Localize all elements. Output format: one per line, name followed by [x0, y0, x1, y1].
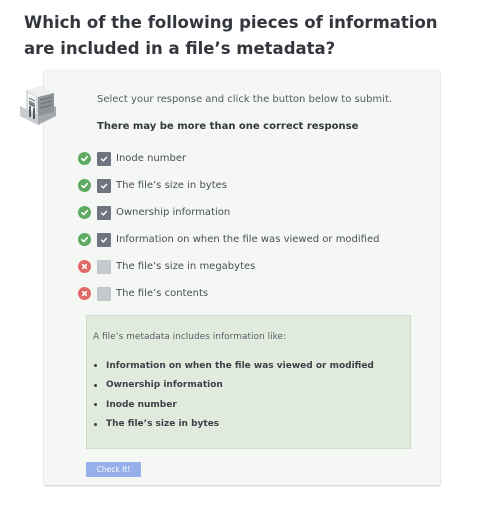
answer-label: Information on when the file was viewed …	[116, 234, 380, 245]
feedback-intro: A file’s metadata includes information l…	[93, 332, 287, 342]
feedback-list: Information on when the file was viewed …	[93, 356, 374, 434]
feedback-item-text: Ownership information	[106, 380, 223, 391]
answer-checkbox[interactable]	[97, 232, 111, 247]
bullet-icon	[94, 403, 97, 407]
answer-checkbox[interactable]	[97, 151, 111, 166]
feedback-item: The file’s size in bytes	[93, 415, 374, 435]
bullet-icon	[94, 383, 97, 387]
correct-check-icon	[78, 179, 91, 192]
correct-check-icon	[78, 152, 91, 165]
answer-label: The file’s size in megabytes	[116, 261, 256, 272]
incorrect-x-icon	[78, 260, 91, 273]
feedback-item: Information on when the file was viewed …	[93, 356, 374, 376]
question-title: Which of the following pieces of informa…	[24, 13, 438, 58]
answer-label: The file’s size in bytes	[116, 180, 227, 191]
correct-check-icon	[78, 206, 91, 219]
answer-checkbox[interactable]	[97, 286, 111, 301]
instruction-text: Select your response and click the butto…	[97, 94, 393, 105]
incorrect-x-icon	[78, 287, 91, 300]
answer-checkbox[interactable]	[97, 178, 111, 193]
bullet-icon	[94, 422, 97, 426]
answer-checkbox[interactable]	[97, 259, 111, 274]
answer-option[interactable]: The file’s contents	[78, 280, 379, 307]
server-rack-icon	[20, 86, 56, 125]
answer-label: Inode number	[116, 153, 187, 164]
answer-option[interactable]: The file’s size in bytes	[78, 172, 379, 199]
answer-option[interactable]: The file’s size in megabytes	[78, 253, 379, 280]
feedback-item-text: The file’s size in bytes	[106, 419, 220, 430]
answer-option[interactable]: Inode number	[78, 145, 379, 172]
multiple-answer-hint: There may be more than one correct respo…	[97, 121, 359, 132]
answer-option[interactable]: Ownership information	[78, 199, 379, 226]
answer-option[interactable]: Information on when the file was viewed …	[78, 226, 379, 253]
check-it-button[interactable]: Check It!	[86, 462, 141, 477]
feedback-item: Ownership information	[93, 376, 374, 396]
answer-label: Ownership information	[116, 207, 231, 218]
bullet-icon	[94, 364, 97, 368]
feedback-item-text: Information on when the file was viewed …	[106, 360, 374, 371]
answer-label: The file’s contents	[116, 288, 209, 299]
feedback-item: Inode number	[93, 395, 374, 415]
feedback-item-text: Inode number	[106, 399, 177, 410]
correct-check-icon	[78, 233, 91, 246]
feedback-panel: A file’s metadata includes information l…	[86, 315, 411, 449]
answer-options: Inode number The file’s size in bytes Ow…	[78, 145, 379, 307]
answer-checkbox[interactable]	[97, 205, 111, 220]
